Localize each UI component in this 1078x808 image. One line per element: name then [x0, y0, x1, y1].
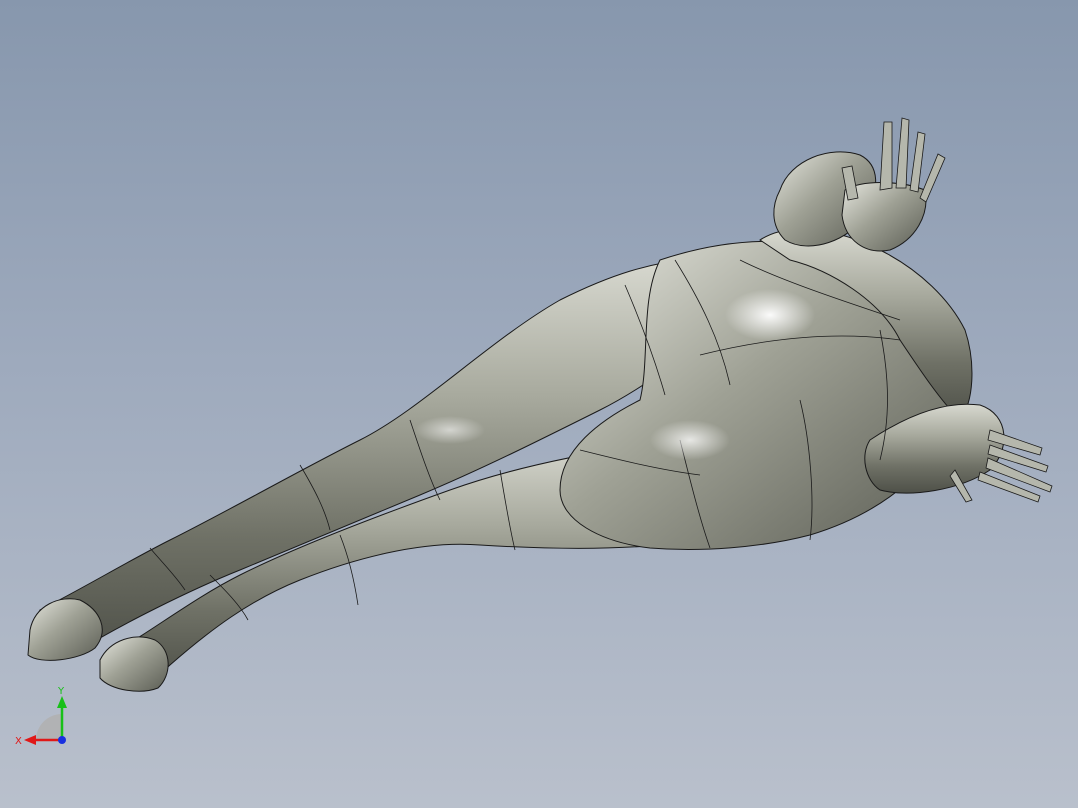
highlight-hip — [725, 289, 815, 341]
front-foot — [99, 636, 169, 692]
y-axis-arrow — [57, 696, 67, 708]
x-axis-label: X — [15, 736, 22, 747]
z-axis-dot — [58, 736, 66, 744]
highlight-thigh — [650, 420, 730, 460]
upper-hand — [841, 117, 946, 252]
highlight-leg — [415, 416, 485, 444]
back-foot — [27, 598, 103, 661]
reference-triad: Y X — [15, 686, 67, 747]
x-axis-arrow — [24, 735, 36, 745]
triad-sector — [36, 714, 62, 740]
y-axis-label: Y — [57, 686, 65, 697]
graphics-viewport[interactable]: Y X — [0, 0, 1078, 808]
3d-model-view[interactable] — [0, 0, 1078, 808]
